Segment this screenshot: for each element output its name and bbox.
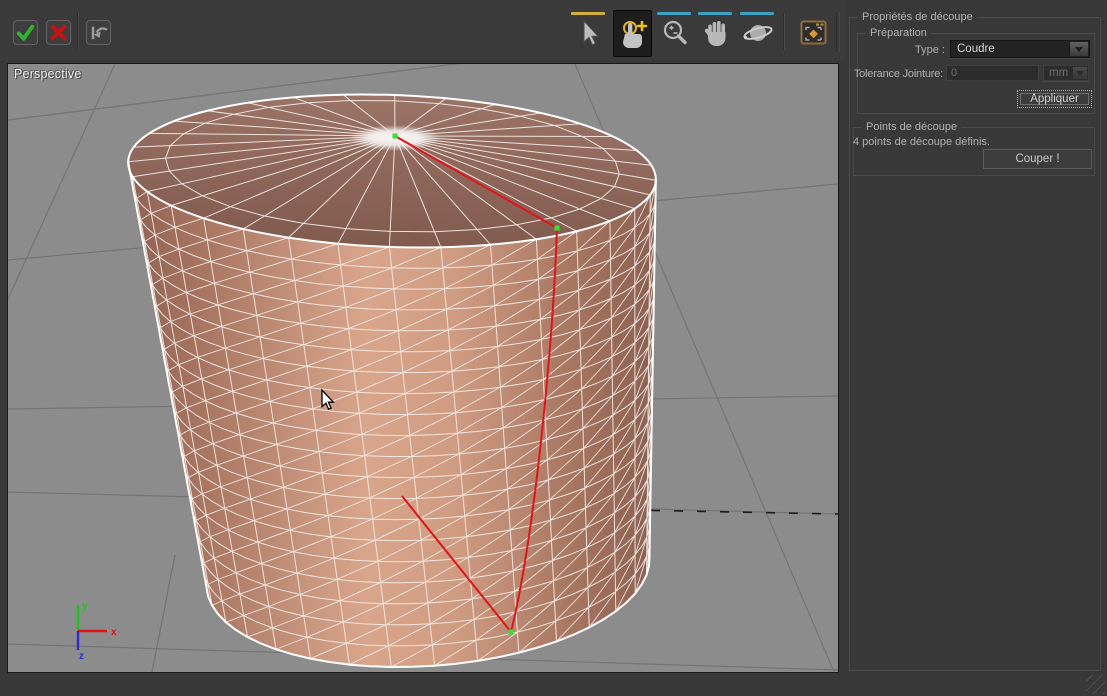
axis-x-label: x — [111, 627, 117, 638]
tolerance-value: 0 — [951, 67, 957, 79]
tolerance-input[interactable]: 0 — [946, 65, 1039, 81]
chevron-down-icon[interactable] — [1069, 42, 1088, 56]
check-icon — [14, 21, 37, 44]
go-to-start-button[interactable] — [86, 20, 111, 45]
type-label: Type : — [855, 44, 945, 56]
tool-orbit[interactable] — [739, 10, 776, 55]
tool-accent-bar — [571, 12, 605, 15]
frame-view-icon — [800, 19, 827, 46]
tool-add-point[interactable] — [613, 10, 652, 57]
cut-button-label: Couper ! — [1015, 153, 1059, 165]
apply-button[interactable]: Appliquer — [1017, 90, 1092, 108]
cut-properties-group: Propriétés de découpe — [849, 17, 1101, 671]
cut-properties-title: Propriétés de découpe — [858, 10, 977, 25]
cut-button[interactable]: Couper ! — [983, 149, 1092, 169]
zoom-plus-minus-icon — [661, 19, 689, 47]
tool-frame-view[interactable] — [795, 10, 832, 55]
type-select-value: Coudre — [957, 43, 995, 55]
orbit-planet-icon — [741, 18, 775, 48]
tool-accent-bar — [698, 12, 732, 15]
scene-canvas: y x z — [8, 64, 838, 672]
type-select[interactable]: Coudre — [950, 40, 1090, 58]
axis-y-label: y — [82, 601, 88, 612]
toolbar-separator — [77, 13, 79, 49]
tolerance-label: Tolerance Jointure: — [849, 68, 943, 80]
preparation-title: Préparation — [866, 26, 931, 41]
apply-button-label: Appliquer — [1030, 93, 1079, 105]
tool-accent-bar — [657, 12, 691, 15]
axis-gizmo: y x z — [78, 601, 117, 662]
tool-zoom[interactable] — [656, 10, 693, 55]
add-point-hand-icon — [617, 17, 649, 51]
tool-pan[interactable] — [697, 10, 734, 55]
viewport-label: Perspective — [14, 67, 82, 81]
cut-points-status: 4 points de découpe définis. — [853, 136, 990, 148]
accept-button[interactable] — [13, 20, 38, 45]
main-toolbar — [0, 0, 845, 60]
select-arrow-icon — [576, 18, 602, 48]
tool-accent-bar — [796, 12, 830, 15]
window-resize-grip[interactable] — [1086, 675, 1105, 694]
chevron-down-icon[interactable] — [1072, 67, 1087, 79]
tool-select[interactable] — [570, 10, 607, 55]
application-window: y x z Perspective Propriétés de découpe Pr… — [0, 0, 1107, 696]
unit-select[interactable]: mm — [1043, 65, 1089, 81]
tool-accent-bar — [615, 13, 649, 16]
cut-points-title: Points de découpe — [862, 120, 961, 135]
toolbar-divider — [836, 12, 840, 52]
viewport-3d[interactable]: y x z Perspective — [7, 63, 839, 673]
cancel-button[interactable] — [46, 20, 71, 45]
tool-accent-bar — [740, 12, 774, 15]
unit-select-value: mm — [1049, 67, 1068, 79]
pan-hand-icon — [702, 18, 730, 48]
axis-z-label: z — [79, 651, 84, 662]
x-icon — [47, 21, 70, 44]
arrow-to-start-icon — [87, 21, 110, 44]
toolbar-separator — [783, 13, 785, 50]
